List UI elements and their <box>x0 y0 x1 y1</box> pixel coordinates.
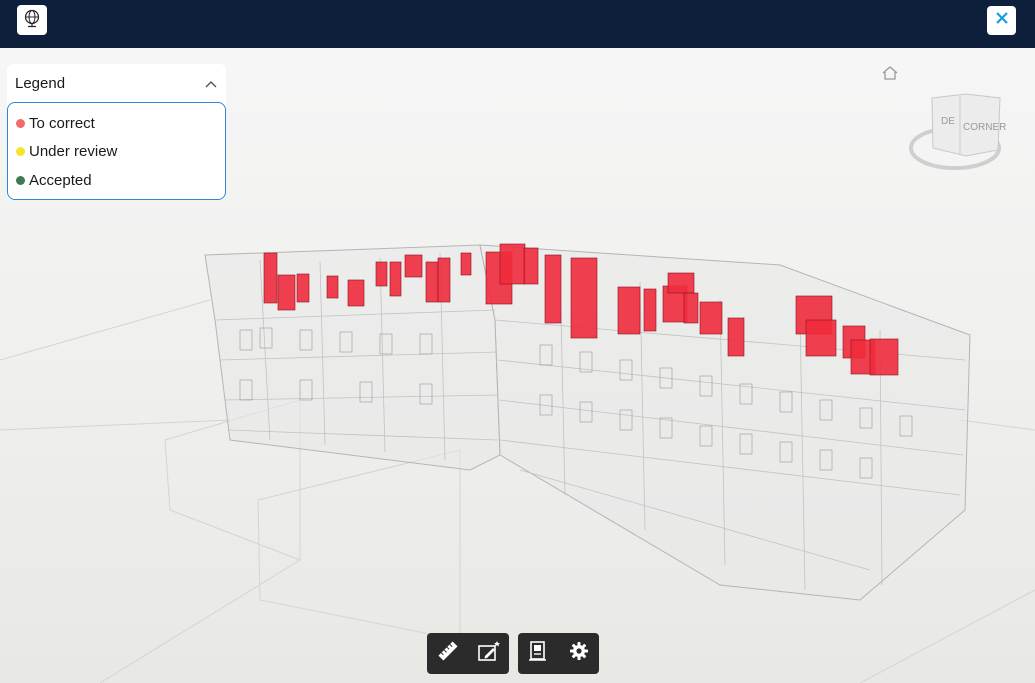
sheets-icon <box>528 640 548 667</box>
legend-panel: Legend To correct Under review Accepted <box>7 64 226 200</box>
viewcube-face-front: CORNER <box>963 122 1006 133</box>
settings-icon <box>569 641 589 666</box>
legend-item-label: Under review <box>29 143 118 161</box>
legend-item-under-review: Under review <box>8 138 225 167</box>
home-icon <box>881 66 899 85</box>
legend-header[interactable]: Legend <box>7 64 226 102</box>
status-dot-icon <box>16 147 25 157</box>
markup-button[interactable] <box>471 636 507 672</box>
legend-title: Legend <box>15 74 66 92</box>
globe-button[interactable] <box>17 5 47 35</box>
top-bar <box>0 0 1035 48</box>
legend-item-accepted: Accepted <box>8 166 225 195</box>
status-dot-icon <box>16 118 25 128</box>
viewcube[interactable]: DE CORNER <box>909 93 1006 170</box>
settings-button[interactable] <box>561 636 597 672</box>
legend-list: To correct Under review Accepted <box>7 102 226 200</box>
measure-button[interactable] <box>430 636 466 672</box>
legend-item-label: Accepted <box>29 171 92 189</box>
status-dot-icon <box>16 175 25 185</box>
chevron-up-icon[interactable] <box>205 75 217 92</box>
close-icon <box>994 10 1010 31</box>
globe-icon <box>22 8 42 33</box>
home-view-button[interactable] <box>881 65 899 81</box>
toolbar-group-settings <box>518 633 599 674</box>
ruler-icon <box>437 640 459 667</box>
legend-item-to-correct: To correct <box>8 109 225 138</box>
toolbar-group-measure <box>427 633 509 674</box>
viewcube-face-left: DE <box>941 116 955 127</box>
sheets-button[interactable] <box>520 636 556 672</box>
close-button[interactable] <box>987 6 1016 35</box>
legend-item-label: To correct <box>29 114 95 132</box>
markup-icon <box>477 640 501 667</box>
